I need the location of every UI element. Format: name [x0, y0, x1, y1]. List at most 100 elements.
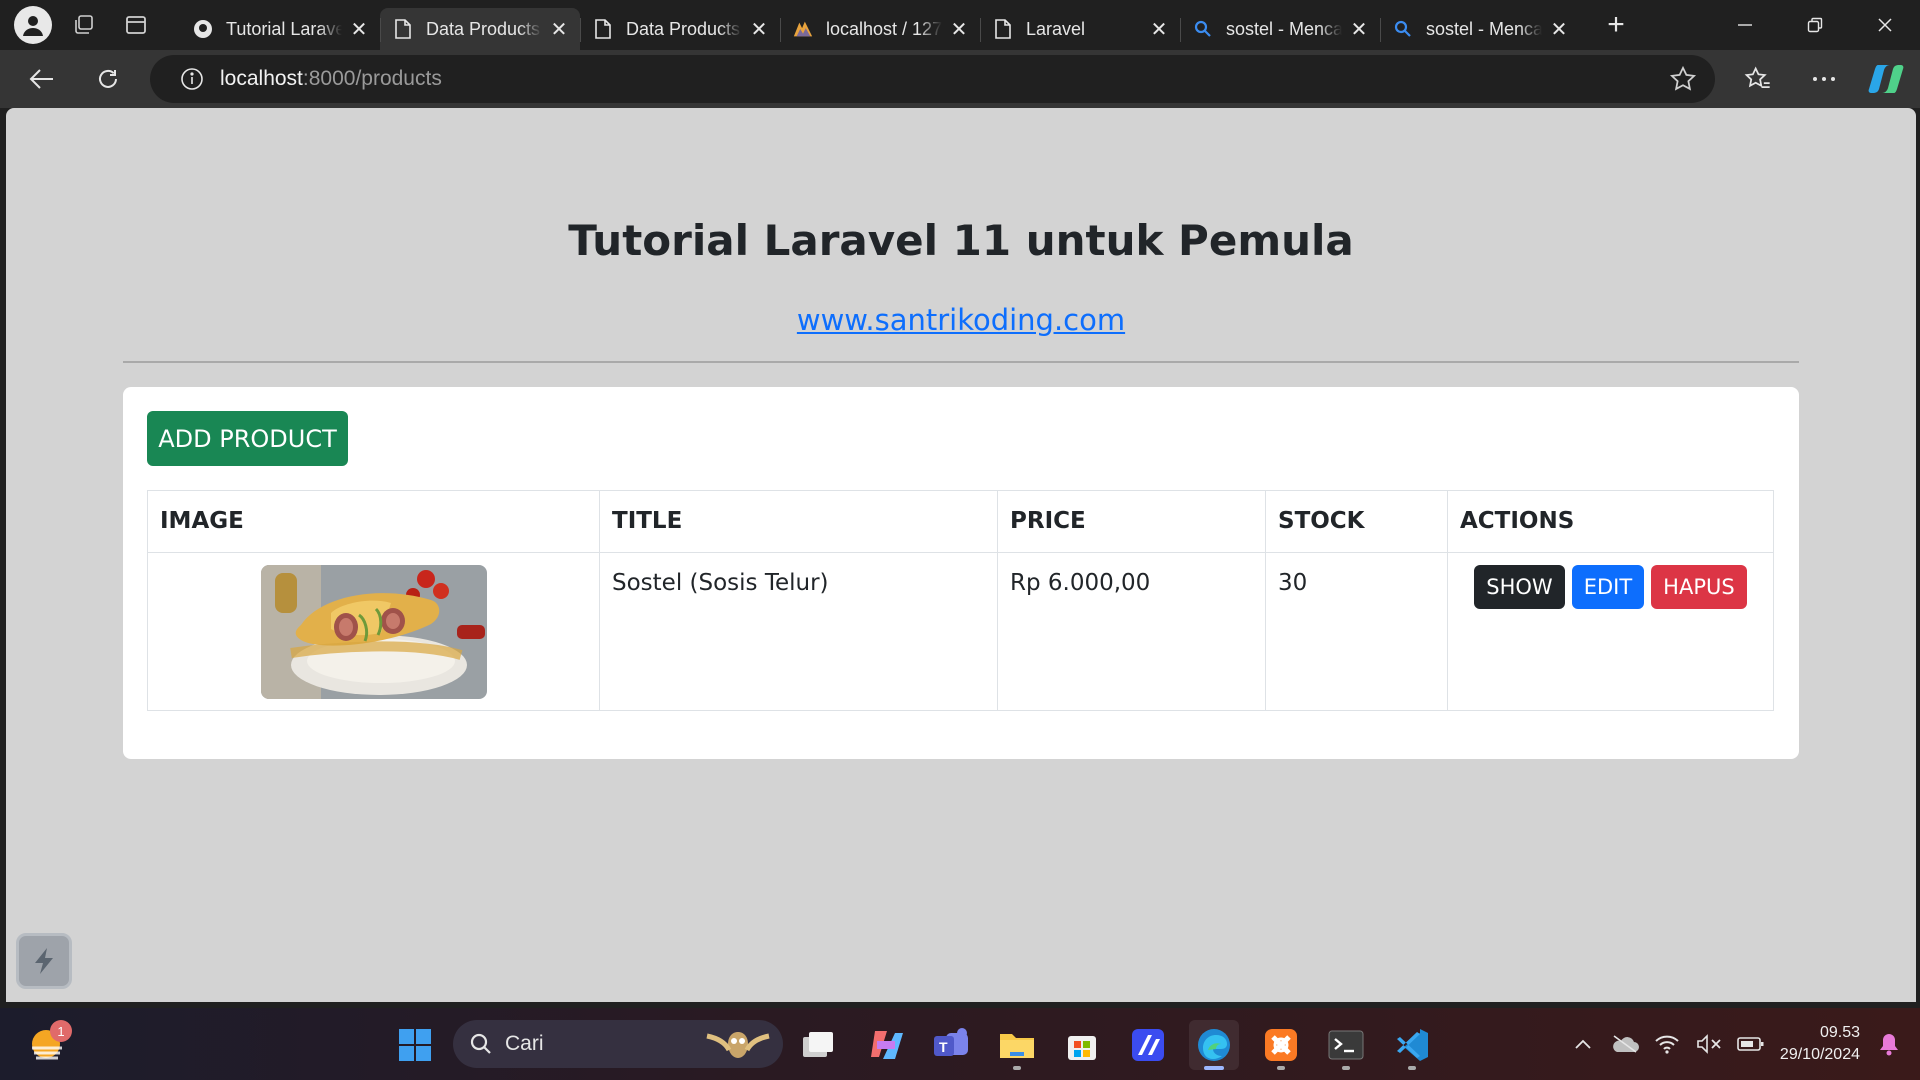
- windows-taskbar: 1 Cari T 09.53 29/10/2024: [0, 1008, 1920, 1080]
- url-path: :8000/products: [302, 67, 442, 90]
- show-button[interactable]: SHOW: [1474, 565, 1565, 609]
- new-tab-plus-icon[interactable]: +: [1596, 5, 1636, 45]
- task-view-icon[interactable]: [792, 1020, 842, 1070]
- tab-phpmyadmin[interactable]: localhost / 127.0.0.1 ✕: [780, 8, 980, 50]
- page-viewport: Tutorial Laravel 11 untuk Pemula www.san…: [6, 108, 1916, 1002]
- show-hidden-icons-chevron-up-icon[interactable]: [1566, 1039, 1600, 1049]
- wifi-icon[interactable]: [1650, 1034, 1684, 1054]
- tab-label: Data Products: [626, 18, 741, 39]
- edit-button[interactable]: EDIT: [1571, 565, 1645, 609]
- minimize-icon[interactable]: [1710, 0, 1780, 50]
- window-controls: [1710, 0, 1920, 50]
- tab-label: Laravel: [1026, 18, 1086, 39]
- product-actions-cell: SHOW EDIT HAPUS: [1447, 552, 1774, 711]
- url-host: localhost: [220, 67, 303, 90]
- floating-debug-widget-icon[interactable]: [16, 933, 72, 989]
- more-options-icon[interactable]: [1802, 57, 1846, 101]
- running-indicator: [1013, 1066, 1021, 1070]
- address-bar[interactable]: localhost:8000/products: [150, 55, 1715, 103]
- running-indicator: [1408, 1066, 1416, 1070]
- delete-button[interactable]: HAPUS: [1651, 565, 1747, 609]
- volume-muted-icon[interactable]: [1692, 1034, 1726, 1054]
- github-icon: [192, 18, 214, 40]
- site-info-icon[interactable]: [170, 67, 214, 91]
- edge-browser-icon[interactable]: [1189, 1020, 1239, 1070]
- tab-sostel-search-1[interactable]: sostel - Mencari ✕: [1180, 8, 1380, 50]
- page-icon: [992, 18, 1014, 40]
- tab-label: Tutorial Laravel 11 untuk Pemula: [226, 18, 342, 39]
- terminal-icon[interactable]: [1321, 1020, 1371, 1070]
- add-product-button[interactable]: ADD PRODUCT: [147, 411, 348, 466]
- xampp-icon[interactable]: [1256, 1020, 1306, 1070]
- profile-avatar-icon[interactable]: [14, 6, 52, 44]
- tab-laravel[interactable]: Laravel ✕: [980, 8, 1180, 50]
- tab-tutorial-laravel[interactable]: Tutorial Laravel 11 untuk Pemula ✕: [180, 8, 380, 50]
- search-icon: [1192, 18, 1214, 40]
- browser-tab-strip: Tutorial Laravel 11 untuk Pemula ✕ Data …: [0, 0, 1920, 50]
- product-stock: 30: [1265, 552, 1448, 711]
- svg-text:T: T: [939, 1039, 948, 1055]
- tab-label: localhost / 127.0.0.1: [826, 18, 942, 39]
- system-clock[interactable]: 09.53 29/10/2024: [1780, 1022, 1860, 1066]
- site-link-container: www.santrikoding.com: [6, 303, 1916, 337]
- tab-data-products[interactable]: Data Products ✕: [580, 8, 780, 50]
- close-icon[interactable]: ✕: [348, 18, 370, 41]
- tab-sostel-search-2[interactable]: sostel - Mencari ✕: [1380, 8, 1580, 50]
- ai-app-icon[interactable]: [1123, 1020, 1173, 1070]
- tab-label: sostel - Mencari: [1226, 18, 1342, 39]
- page-icon: [392, 18, 414, 40]
- table-header-row: IMAGE TITLE PRICE STOCK ACTIONS: [147, 490, 1774, 553]
- refresh-icon[interactable]: [86, 57, 130, 101]
- table-row: Sostel (Sosis Telur) Rp 6.000,00 30 SHOW…: [147, 552, 1774, 711]
- onedrive-offline-icon[interactable]: [1608, 1034, 1642, 1054]
- vertical-tabs-icon[interactable]: [116, 5, 156, 45]
- copilot-taskbar-icon[interactable]: [860, 1020, 910, 1070]
- running-indicator: [1342, 1066, 1350, 1070]
- active-indicator: [1204, 1066, 1224, 1070]
- teams-icon[interactable]: T: [926, 1020, 976, 1070]
- search-icon: [1392, 18, 1414, 40]
- restore-icon[interactable]: [1780, 0, 1850, 50]
- clock-date: 29/10/2024: [1779, 1046, 1860, 1063]
- santrikoding-link[interactable]: www.santrikoding.com: [797, 303, 1125, 337]
- back-arrow-icon[interactable]: [20, 57, 64, 101]
- tab-data-products-active[interactable]: Data Products ✕: [380, 8, 580, 50]
- favorite-star-icon[interactable]: [1669, 65, 1697, 98]
- close-icon[interactable]: ✕: [1548, 18, 1570, 41]
- tab-label: sostel - Mencari: [1426, 18, 1542, 39]
- file-explorer-icon[interactable]: [992, 1020, 1042, 1070]
- phpmyadmin-icon: [792, 18, 814, 40]
- workspaces-icon[interactable]: [64, 5, 104, 45]
- action-buttons: SHOW EDIT HAPUS: [1460, 565, 1761, 609]
- column-header-title: TITLE: [599, 490, 998, 553]
- running-indicator: [1277, 1066, 1285, 1070]
- start-menu-icon[interactable]: [390, 1020, 440, 1070]
- clock-time: 09.53: [1819, 1024, 1860, 1041]
- close-icon[interactable]: ✕: [948, 18, 970, 41]
- search-icon: [469, 1032, 493, 1056]
- copilot-icon[interactable]: [1864, 57, 1908, 101]
- microsoft-store-icon[interactable]: [1057, 1020, 1107, 1070]
- product-image-cell: [147, 552, 600, 711]
- browser-toolbar: localhost:8000/products: [0, 50, 1920, 108]
- column-header-price: PRICE: [997, 490, 1266, 553]
- notification-badge: 1: [50, 1020, 72, 1042]
- divider: [123, 361, 1799, 363]
- close-icon[interactable]: ✕: [1148, 18, 1170, 41]
- products-table: IMAGE TITLE PRICE STOCK ACTIONS Sostel (…: [147, 490, 1774, 711]
- close-icon[interactable]: ✕: [548, 18, 570, 41]
- taskbar-search-box[interactable]: Cari: [453, 1020, 783, 1068]
- system-tray: 09.53 29/10/2024: [1566, 1008, 1920, 1080]
- column-header-stock: STOCK: [1265, 490, 1448, 553]
- url-text: localhost:8000/products: [220, 67, 442, 91]
- search-placeholder: Cari: [505, 1032, 544, 1055]
- battery-icon[interactable]: [1734, 1036, 1768, 1052]
- close-window-icon[interactable]: [1850, 0, 1920, 50]
- notification-bell-icon[interactable]: [1872, 1032, 1906, 1056]
- favorites-icon[interactable]: [1736, 57, 1780, 101]
- close-icon[interactable]: ✕: [748, 18, 770, 41]
- search-highlight-owl-icon: [703, 1026, 773, 1067]
- vscode-icon[interactable]: [1387, 1020, 1437, 1070]
- close-icon[interactable]: ✕: [1348, 18, 1370, 41]
- column-header-actions: ACTIONS: [1447, 490, 1774, 553]
